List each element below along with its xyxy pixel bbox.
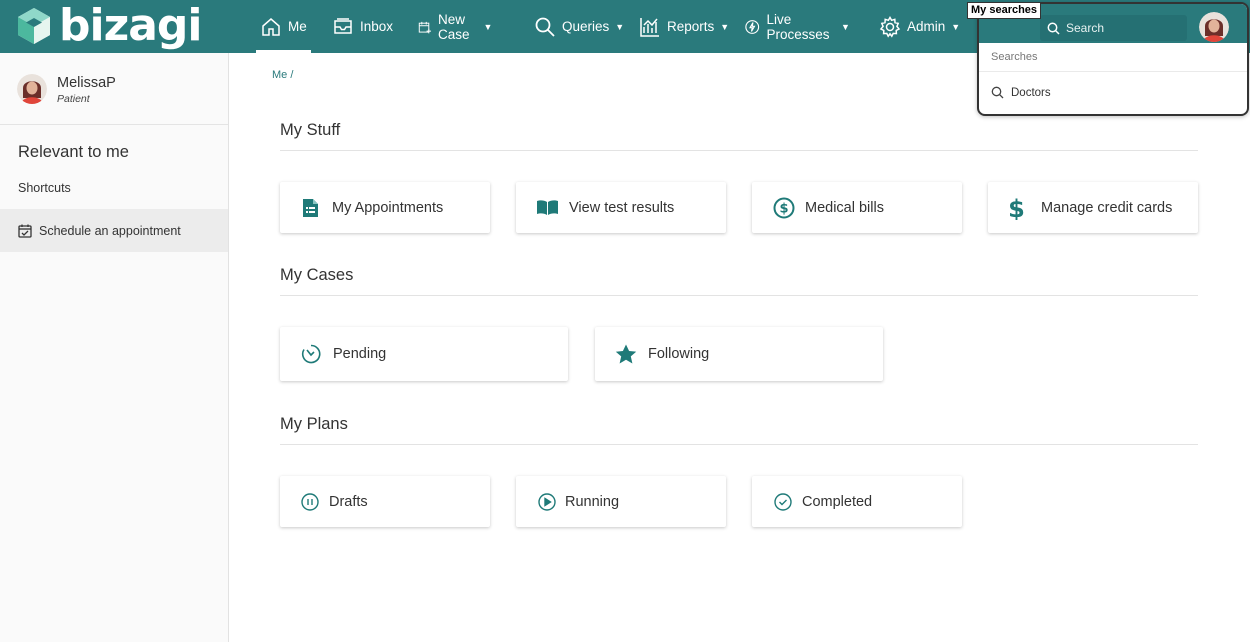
document-list-icon — [302, 198, 319, 218]
new-case-icon — [418, 21, 432, 33]
clock-icon — [301, 344, 321, 364]
section-title-my-plans: My Plans — [280, 415, 348, 433]
dollar-circle-icon: $ — [773, 197, 795, 219]
card-label: Completed — [802, 493, 873, 510]
saved-search-doctors[interactable]: Doctors — [991, 86, 1051, 99]
card-label: View test results — [569, 199, 675, 216]
shortcut-label: Schedule an appointment — [39, 223, 181, 238]
shortcut-schedule-appointment[interactable]: Schedule an appointment — [0, 209, 228, 252]
user-avatar[interactable] — [1199, 12, 1229, 42]
sidebar: MelissaP Patient Relevant to me Shortcut… — [0, 53, 229, 642]
svg-text:$: $ — [1008, 196, 1025, 220]
card-view-test-results[interactable]: View test results — [516, 182, 726, 233]
chevron-down-icon: ▼ — [951, 21, 961, 32]
search-input[interactable] — [1066, 21, 1176, 35]
nav-admin-label: Admin — [907, 19, 946, 34]
calendar-check-icon — [18, 224, 32, 238]
gear-icon — [879, 15, 901, 38]
nav-reports[interactable]: Reports ▼ — [639, 0, 729, 53]
nav-new-case-label: New Case — [437, 11, 470, 42]
nav-new-case[interactable]: New Case ▼ — [418, 0, 492, 53]
section-title-my-cases: My Cases — [280, 266, 354, 284]
nav-reports-label: Reports — [667, 19, 715, 34]
card-my-appointments[interactable]: My Appointments — [280, 182, 490, 233]
dollar-sign-icon: $ — [1008, 196, 1025, 220]
card-label: Following — [648, 346, 710, 362]
bizagi-logo[interactable]: bizagi — [17, 0, 202, 51]
divider — [979, 71, 1247, 72]
card-completed[interactable]: Completed — [752, 476, 962, 527]
nav-inbox-label: Inbox — [360, 19, 394, 34]
chevron-down-icon: ▼ — [720, 21, 730, 32]
search-icon — [1047, 22, 1060, 35]
home-icon — [262, 17, 280, 36]
nav-queries-label: Queries — [562, 19, 610, 34]
star-icon — [615, 344, 637, 365]
divider — [280, 150, 1198, 151]
card-pending[interactable]: Pending — [280, 327, 568, 381]
open-book-icon — [536, 199, 559, 216]
section-title-my-stuff: My Stuff — [280, 121, 341, 139]
search-dropdown-panel: Searches Doctors — [977, 2, 1249, 116]
brand-name: bizagi — [59, 0, 202, 51]
card-medical-bills[interactable]: $ Medical bills — [752, 182, 962, 233]
card-label: Running — [565, 493, 620, 510]
card-label: Medical bills — [805, 199, 884, 216]
nav-me-label: Me — [288, 19, 307, 34]
nav-queries[interactable]: Queries ▼ — [534, 0, 624, 53]
chevron-down-icon: ▼ — [483, 21, 493, 32]
nav-me[interactable]: Me — [256, 0, 311, 53]
user-profile[interactable]: MelissaP Patient — [0, 53, 228, 125]
search-icon — [991, 86, 1004, 99]
profile-avatar-image — [17, 74, 47, 104]
avatar — [17, 74, 47, 104]
nav-admin[interactable]: Admin ▼ — [879, 0, 960, 53]
nav-live-processes-label: Live Processes — [766, 11, 830, 42]
pause-circle-icon — [301, 492, 319, 511]
chevron-down-icon: ▼ — [615, 21, 625, 32]
saved-search-label: Doctors — [1011, 86, 1051, 99]
divider — [280, 444, 1198, 445]
shortcuts-label: Shortcuts — [18, 181, 71, 195]
reports-chart-icon — [640, 17, 659, 37]
nav-live-processes[interactable]: Live Processes ▼ — [744, 0, 850, 53]
relevant-heading: Relevant to me — [18, 143, 129, 161]
lightning-icon — [745, 19, 760, 34]
check-circle-icon — [774, 492, 792, 511]
card-label: Drafts — [329, 493, 368, 510]
play-circle-icon — [538, 492, 556, 511]
user-avatar-image — [1199, 12, 1229, 42]
svg-text:$: $ — [779, 201, 788, 216]
search-box[interactable] — [1040, 15, 1187, 41]
card-label: My Appointments — [332, 199, 444, 216]
card-label: Manage credit cards — [1041, 199, 1173, 216]
divider — [280, 295, 1198, 296]
nav-inbox[interactable]: Inbox — [332, 0, 393, 53]
search-icon — [535, 17, 555, 37]
card-manage-credit-cards[interactable]: $ Manage credit cards — [988, 182, 1198, 233]
card-running[interactable]: Running — [516, 476, 726, 527]
user-role: Patient — [57, 93, 90, 105]
card-label: Pending — [333, 346, 387, 362]
breadcrumb[interactable]: Me / — [272, 69, 293, 81]
card-drafts[interactable]: Drafts — [280, 476, 490, 527]
bizagi-logo-icon — [18, 8, 50, 44]
user-name: MelissaP — [57, 75, 116, 91]
card-following[interactable]: Following — [595, 327, 883, 381]
inbox-icon — [334, 17, 352, 34]
my-searches-tooltip: My searches — [967, 2, 1042, 19]
searches-section-label: Searches — [991, 51, 1038, 63]
chevron-down-icon: ▼ — [841, 21, 850, 32]
